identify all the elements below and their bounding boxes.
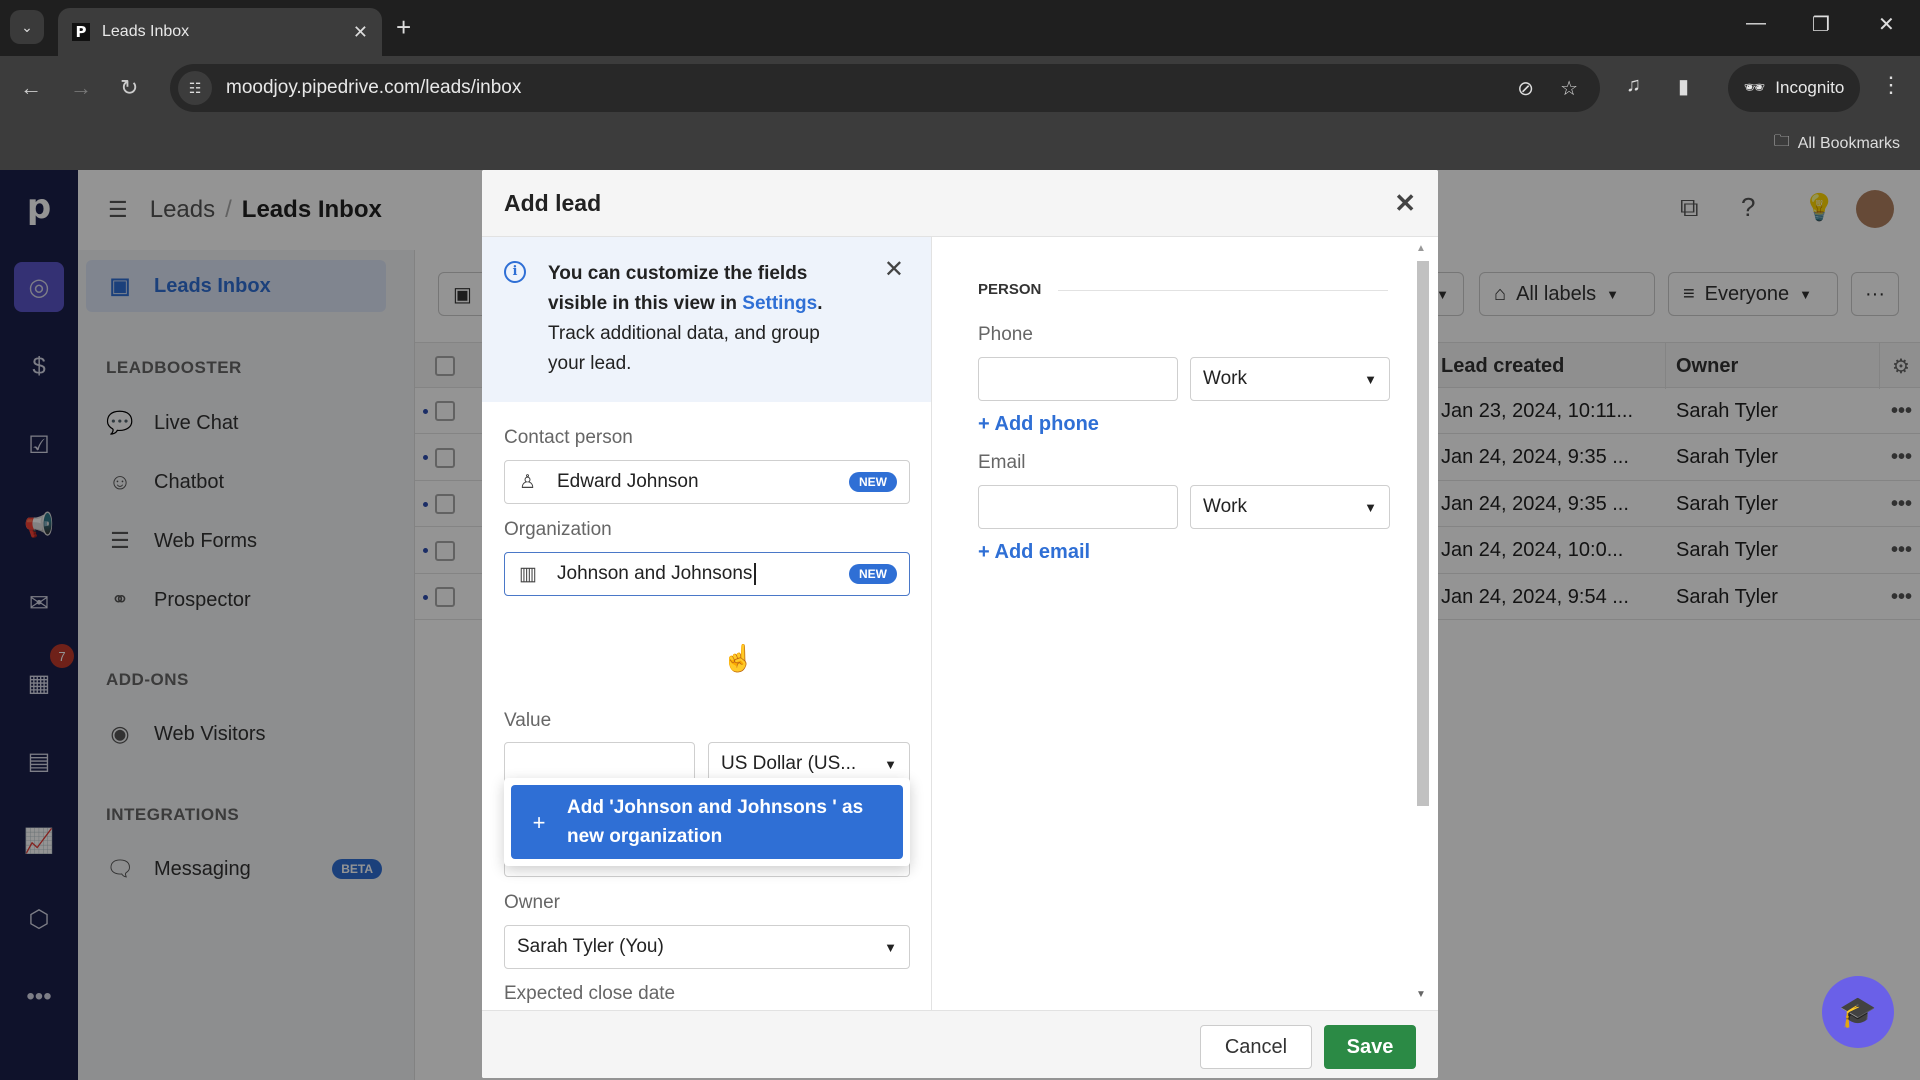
- modal-scrollbar-thumb[interactable]: [1417, 261, 1429, 806]
- restore-icon[interactable]: ❐: [1812, 12, 1830, 37]
- owner-select[interactable]: Sarah Tyler (You) ▼: [504, 925, 910, 969]
- email-input[interactable]: [978, 485, 1178, 529]
- plus-icon: +: [532, 809, 546, 835]
- caret-down-icon: ▼: [1364, 499, 1377, 515]
- address-bar[interactable]: ☷ moodjoy.pipedrive.com/leads/inbox ⊘ ☆: [170, 64, 1600, 112]
- scroll-up-arrow-icon[interactable]: ▲: [1416, 243, 1426, 254]
- new-tab-button[interactable]: +: [396, 14, 411, 40]
- phone-input[interactable]: [978, 357, 1178, 401]
- mouse-pointer-hand-icon: ☝: [722, 643, 755, 673]
- email-type-select[interactable]: Work ▼: [1190, 485, 1390, 529]
- caret-down-icon: ▼: [884, 939, 897, 955]
- bookmark-star-icon[interactable]: ☆: [1560, 76, 1578, 101]
- person-icon: ♙: [519, 471, 537, 493]
- lead-fields-panel: i ✕ You can customize the fields visible…: [482, 237, 932, 1010]
- new-badge: NEW: [849, 472, 897, 492]
- phone-label: Phone: [978, 324, 1033, 345]
- add-lead-modal: Add lead ✕ i ✕ You can customize the fie…: [482, 170, 1438, 1078]
- site-info-icon[interactable]: ☷: [178, 71, 212, 105]
- media-icon[interactable]: ♫: [1626, 74, 1641, 97]
- modal-header: Add lead ✕: [482, 170, 1438, 237]
- modal-footer: Cancel Save: [482, 1010, 1438, 1078]
- incognito-icon: 🕶: [1743, 78, 1766, 97]
- value-label: Value: [504, 710, 552, 731]
- building-icon: ▥: [519, 563, 537, 585]
- new-badge: NEW: [849, 564, 897, 584]
- minimize-icon[interactable]: —: [1746, 12, 1766, 35]
- cancel-button[interactable]: Cancel: [1200, 1025, 1312, 1069]
- phone-type-select[interactable]: Work ▼: [1190, 357, 1390, 401]
- section-divider: [1058, 290, 1388, 291]
- customize-info-banner: i ✕ You can customize the fields visible…: [482, 237, 931, 402]
- academy-graduation-cap-icon[interactable]: 🎓: [1822, 976, 1894, 1048]
- url-text: moodjoy.pipedrive.com/leads/inbox: [226, 77, 522, 98]
- bookmarks-bar: [0, 120, 1920, 170]
- scroll-down-arrow-icon[interactable]: ▼: [1416, 989, 1426, 1000]
- organization-suggestion-dropdown: + Add 'Johnson and Johnsons ' as new org…: [504, 778, 910, 866]
- close-window-icon[interactable]: ✕: [1878, 12, 1895, 37]
- caret-down-icon: ▼: [884, 756, 897, 772]
- person-fields-panel: PERSON Phone Work ▼ + Add phone Email Wor…: [932, 237, 1438, 1010]
- forward-icon[interactable]: →: [70, 74, 92, 102]
- expected-close-date-label: Expected close date: [504, 983, 676, 1004]
- add-email-link[interactable]: + Add email: [978, 541, 1090, 564]
- contact-person-input[interactable]: ♙ Edward Johnson NEW: [504, 460, 910, 504]
- tab-title: Leads Inbox: [102, 23, 190, 40]
- caret-down-icon: ▼: [1364, 371, 1377, 387]
- add-new-organization-option[interactable]: + Add 'Johnson and Johnsons ' as new org…: [511, 785, 903, 859]
- all-bookmarks-button[interactable]: 🗀 All Bookmarks: [1774, 130, 1900, 157]
- browser-menu-icon[interactable]: ⋮: [1880, 72, 1902, 98]
- person-section-title: PERSON: [978, 281, 1042, 298]
- reload-icon[interactable]: ↻: [120, 74, 138, 102]
- eye-off-icon[interactable]: ⊘: [1517, 76, 1534, 101]
- tab-list-button[interactable]: ⌄: [10, 10, 44, 44]
- contact-person-label: Contact person: [504, 427, 633, 448]
- add-phone-link[interactable]: + Add phone: [978, 413, 1099, 436]
- close-tab-icon[interactable]: ✕: [353, 22, 368, 43]
- email-label: Email: [978, 452, 1026, 473]
- modal-title: Add lead: [504, 189, 602, 216]
- text-cursor: [754, 563, 757, 585]
- owner-label: Owner: [504, 892, 560, 913]
- info-icon: i: [504, 261, 526, 283]
- browser-tab[interactable]: P Leads Inbox ✕: [58, 8, 382, 56]
- back-icon[interactable]: ←: [20, 74, 42, 102]
- close-modal-icon[interactable]: ✕: [1394, 190, 1416, 216]
- side-panel-icon[interactable]: ▮: [1678, 74, 1689, 99]
- dismiss-banner-icon[interactable]: ✕: [884, 255, 904, 285]
- info-subtext: Track additional data, and group your le…: [548, 323, 820, 374]
- incognito-badge[interactable]: 🕶 Incognito: [1728, 64, 1860, 112]
- organization-label: Organization: [504, 519, 612, 540]
- save-button[interactable]: Save: [1324, 1025, 1416, 1069]
- organization-input[interactable]: ▥ Johnson and Johnsons NEW: [504, 552, 910, 596]
- pipedrive-favicon-icon: P: [72, 23, 90, 41]
- settings-link[interactable]: Settings: [742, 293, 817, 314]
- folder-icon: 🗀: [1773, 133, 1790, 150]
